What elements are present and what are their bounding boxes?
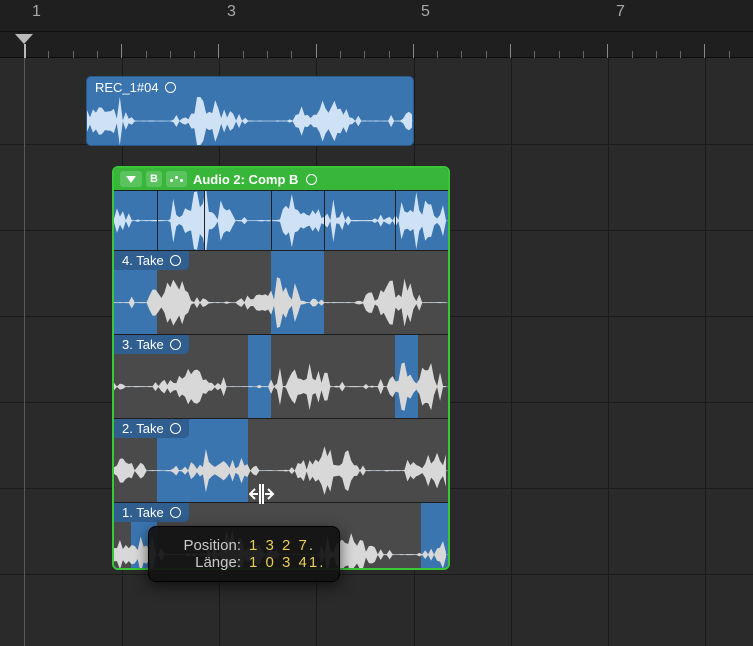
take-label[interactable]: 4. Take: [114, 251, 189, 270]
comp-letter-badge[interactable]: B: [146, 171, 162, 187]
take-folder[interactable]: B Audio 2: Comp B 4. Take 3. Take 2. Take 1…: [112, 166, 450, 570]
audio-region-rec1[interactable]: REC_1#04: [86, 76, 414, 146]
loop-icon[interactable]: [170, 339, 181, 350]
tooltip-value-position: 1 3 2 7.: [249, 537, 315, 554]
comp-lane[interactable]: [114, 190, 448, 250]
take-label[interactable]: 3. Take: [114, 335, 189, 354]
take-name: 3. Take: [122, 337, 164, 352]
tooltip-label-length: Länge:: [163, 554, 241, 571]
take-lane[interactable]: 2. Take: [114, 418, 448, 502]
ruler-number: 5: [421, 3, 430, 21]
loop-icon[interactable]: [170, 255, 181, 266]
take-name: 1. Take: [122, 505, 164, 520]
ruler-number: 1: [32, 3, 41, 21]
ruler-ticks: [0, 40, 753, 58]
tooltip-label-position: Position:: [163, 537, 241, 554]
disclosure-triangle-icon[interactable]: [120, 171, 142, 187]
position-tooltip: Position: 1 3 2 7. Länge: 1 0 3 41.: [148, 526, 340, 582]
playhead-line: [24, 58, 25, 646]
waveform: [114, 441, 448, 502]
region-name: REC_1#04: [95, 80, 159, 95]
waveform: [114, 357, 448, 418]
timeline-ruler[interactable]: 1 3 5 7: [0, 0, 753, 58]
take-name: 4. Take: [122, 253, 164, 268]
take-name: 2. Take: [122, 421, 164, 436]
loop-icon[interactable]: [170, 507, 181, 518]
waveform: [87, 97, 413, 145]
loop-icon[interactable]: [170, 423, 181, 434]
playhead-marker[interactable]: [15, 34, 33, 44]
take-label[interactable]: 2. Take: [114, 419, 189, 438]
take-lane[interactable]: 3. Take: [114, 334, 448, 418]
ruler-numbers: 1 3 5 7: [0, 0, 753, 32]
tracks-area[interactable]: REC_1#04 B Audio 2: Comp B: [0, 58, 753, 646]
ruler-number: 3: [227, 3, 236, 21]
take-folder-header[interactable]: B Audio 2: Comp B: [114, 168, 448, 190]
tooltip-value-length: 1 0 3 41.: [249, 554, 325, 571]
waveform: [114, 273, 448, 334]
ruler-number: 7: [616, 3, 625, 21]
loop-icon[interactable]: [165, 82, 176, 93]
take-lane[interactable]: 4. Take: [114, 250, 448, 334]
loop-icon[interactable]: [306, 174, 317, 185]
take-folder-title: Audio 2: Comp B: [193, 172, 298, 187]
region-header[interactable]: REC_1#04: [87, 77, 413, 97]
take-label[interactable]: 1. Take: [114, 503, 189, 522]
quick-swipe-icon[interactable]: [166, 171, 187, 187]
